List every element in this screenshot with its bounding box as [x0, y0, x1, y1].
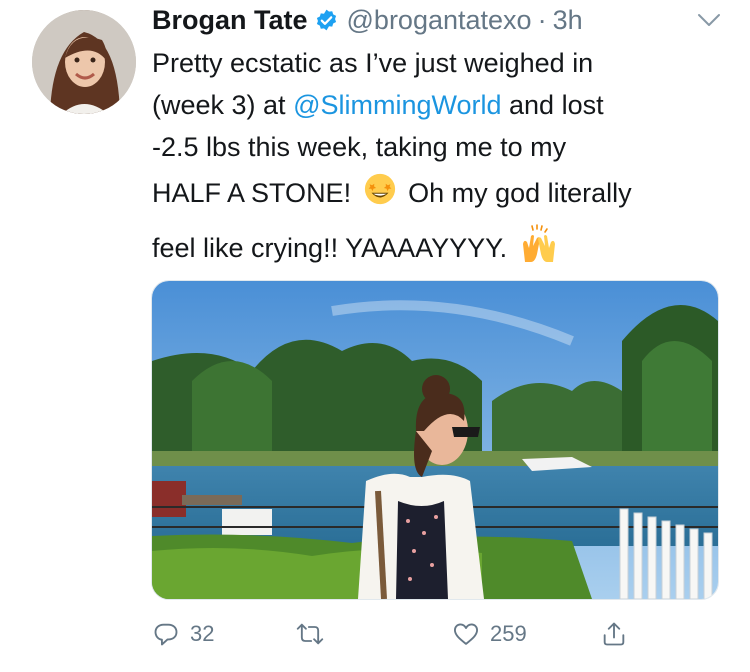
- mention-link[interactable]: @SlimmingWorld: [293, 90, 501, 120]
- tweet-text-line: -2.5 lbs this week, taking me to my: [152, 132, 567, 162]
- like-icon: [453, 623, 479, 645]
- reply-count: 32: [190, 621, 215, 646]
- share-button[interactable]: [600, 614, 638, 654]
- tweet-text-segment: and lost: [501, 90, 604, 120]
- tweet-text-line: Pretty ecstatic as I’ve just weighed in: [152, 48, 594, 78]
- raising-hands-emoji: [519, 224, 559, 276]
- retweet-button[interactable]: [296, 614, 334, 654]
- like-button[interactable]: 259: [452, 614, 527, 654]
- author-name[interactable]: Brogan Tate: [152, 5, 308, 36]
- tweet-actions: 32 259: [152, 614, 672, 654]
- tweet-text-line: feel like crying!! YAAAAYYYY.: [152, 224, 732, 276]
- retweet-icon: [296, 623, 324, 645]
- reply-icon: [154, 623, 178, 646]
- tweet-timestamp[interactable]: 3h: [553, 5, 583, 36]
- tweet-text-segment: HALF A STONE!: [152, 178, 359, 209]
- share-icon: [603, 622, 625, 646]
- tweet-text-segment: (week 3) at: [152, 90, 294, 120]
- author-handle[interactable]: @brogantatexo: [347, 5, 532, 36]
- tweet-text: Pretty ecstatic as I’ve just weighed in …: [152, 42, 732, 276]
- avatar[interactable]: [32, 10, 136, 114]
- tweet-photo-image: [152, 281, 718, 599]
- chevron-down-icon[interactable]: [697, 10, 721, 30]
- tweet-text-segment: Oh my god literally: [400, 178, 632, 209]
- like-count: 259: [490, 621, 527, 646]
- reply-button[interactable]: 32: [152, 614, 214, 654]
- verified-icon: [314, 8, 339, 33]
- tweet-header: Brogan Tate @brogantatexo · 3h: [152, 2, 583, 38]
- tweet-text-segment: feel like crying!! YAAAAYYYY.: [152, 233, 515, 264]
- separator-dot: ·: [537, 4, 547, 35]
- tweet-text-line: (week 3) at @SlimmingWorld and lost: [152, 84, 732, 126]
- star-struck-emoji: [363, 172, 397, 218]
- avatar-image: [32, 10, 136, 114]
- tweet-text-line: HALF A STONE! Oh my god literally: [152, 172, 732, 218]
- photo-of-woman-by-river[interactable]: [151, 280, 719, 600]
